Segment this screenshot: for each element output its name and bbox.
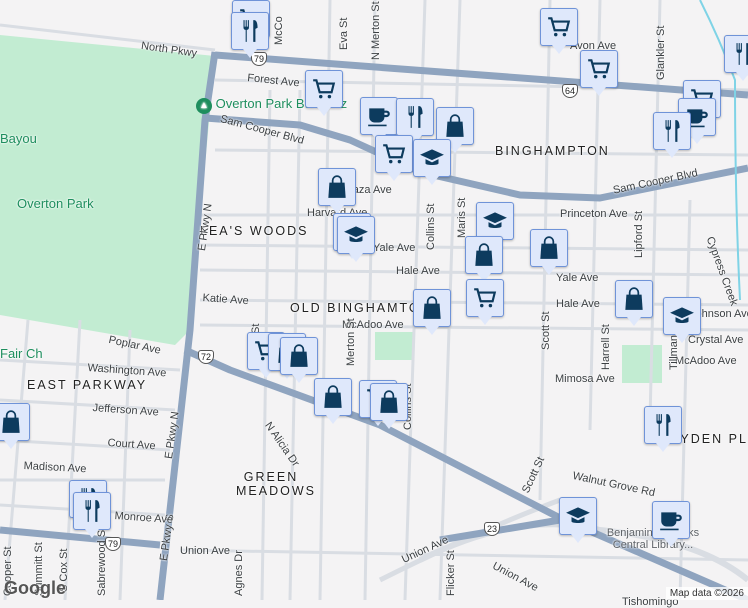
park-label: Bayou [0, 131, 37, 146]
cart-icon [474, 288, 497, 308]
street-label: Flicker St [445, 550, 457, 596]
school-marker[interactable] [476, 202, 514, 248]
bag-marker[interactable] [615, 280, 653, 326]
restaurant-icon [243, 20, 258, 42]
cart-marker[interactable] [540, 8, 578, 54]
restaurant-icon [665, 120, 680, 142]
bag-marker[interactable] [0, 403, 30, 449]
school-marker[interactable] [337, 216, 375, 262]
school-icon [344, 226, 368, 243]
park-area [375, 332, 413, 360]
street-label: Yale Ave [556, 272, 599, 284]
neighborhood-label: BINGHAMPTON [495, 144, 610, 158]
overton-park-area [0, 35, 215, 345]
restaurant-icon [408, 106, 423, 128]
park-label[interactable]: Overton Park [17, 196, 94, 211]
cart-icon [313, 79, 336, 99]
neighborhood-label: OLD BINGHAMTON [290, 301, 432, 315]
cart-icon [588, 59, 611, 79]
bag-icon [2, 410, 20, 433]
bag-icon [290, 344, 308, 367]
neighborhood-label: EAST PARKWAY [27, 378, 148, 392]
park-label: Fair Ch [0, 346, 43, 361]
school-marker[interactable] [413, 139, 451, 185]
bag-icon [423, 296, 441, 319]
coffee-marker[interactable] [360, 97, 398, 143]
street-label: Princeton Ave [560, 208, 628, 220]
cart-marker[interactable] [466, 279, 504, 325]
school-icon [420, 149, 444, 166]
street-label: Maris St [456, 197, 468, 238]
bag-icon [625, 287, 643, 310]
bag-icon [324, 385, 342, 408]
bag-icon [446, 114, 464, 137]
street-label: McCo [273, 16, 285, 45]
bag-marker[interactable] [413, 289, 451, 335]
cart-marker[interactable] [375, 135, 413, 181]
street-label: Harrell St [600, 324, 612, 370]
coffee-icon [660, 512, 682, 531]
restaurant-marker[interactable] [231, 12, 269, 58]
street-label: Eva St [338, 17, 350, 50]
map-attribution[interactable]: Map data ©2026 [665, 587, 748, 600]
bag-marker[interactable] [318, 168, 356, 214]
bag-icon [380, 390, 398, 413]
restaurant-icon [85, 500, 100, 522]
tree-icon: ▲ [196, 98, 212, 114]
bag-marker[interactable] [280, 337, 318, 383]
street-label: Lipford St [633, 210, 645, 258]
google-logo: Google [4, 578, 66, 598]
restaurant-marker[interactable] [644, 406, 682, 452]
school-marker[interactable] [663, 297, 701, 343]
restaurant-marker[interactable] [724, 35, 748, 81]
bag-marker[interactable] [314, 378, 352, 424]
street-label: Merton St [345, 318, 357, 366]
school-marker[interactable] [559, 497, 597, 543]
bag-marker[interactable] [465, 236, 503, 282]
restaurant-icon [656, 414, 671, 436]
cart-marker[interactable] [305, 70, 343, 116]
cart-icon [548, 17, 571, 37]
restaurant-icon [736, 43, 748, 65]
neighborhood-label: GREEN MEADOWS [236, 470, 316, 498]
street-label: Collins St [425, 203, 437, 250]
street-label: McAdoo Ave [675, 355, 737, 367]
bag-icon [475, 243, 493, 266]
restaurant-marker[interactable] [396, 98, 434, 144]
street-label: Yale Ave [373, 242, 416, 254]
street-label: Hale Ave [396, 265, 440, 277]
park-area [622, 345, 662, 383]
school-icon [566, 507, 590, 524]
school-icon [670, 307, 694, 324]
street-label: Scott St [540, 311, 552, 350]
neighborhood-label: LEA'S WOODS [200, 224, 309, 238]
cart-marker[interactable] [580, 50, 618, 96]
cart-icon [383, 144, 406, 164]
restaurant-marker[interactable] [73, 492, 111, 538]
bag-marker[interactable] [530, 229, 568, 275]
bag-marker[interactable] [370, 383, 408, 429]
coffee-marker[interactable] [652, 501, 690, 547]
street-label: Union Ave [180, 545, 230, 557]
street-label: Glankler St [655, 25, 667, 80]
street-label: Mimosa Ave [555, 373, 615, 385]
bag-icon [540, 236, 558, 259]
street-label: Agnes Dr [233, 550, 245, 596]
bag-icon [328, 175, 346, 198]
street-label: Crystal Ave [688, 334, 744, 346]
street-label: N Merton St [370, 1, 382, 60]
school-icon [483, 212, 507, 229]
restaurant-marker[interactable] [653, 112, 691, 158]
coffee-icon [368, 108, 390, 127]
street-label: Hale Ave [556, 298, 600, 310]
